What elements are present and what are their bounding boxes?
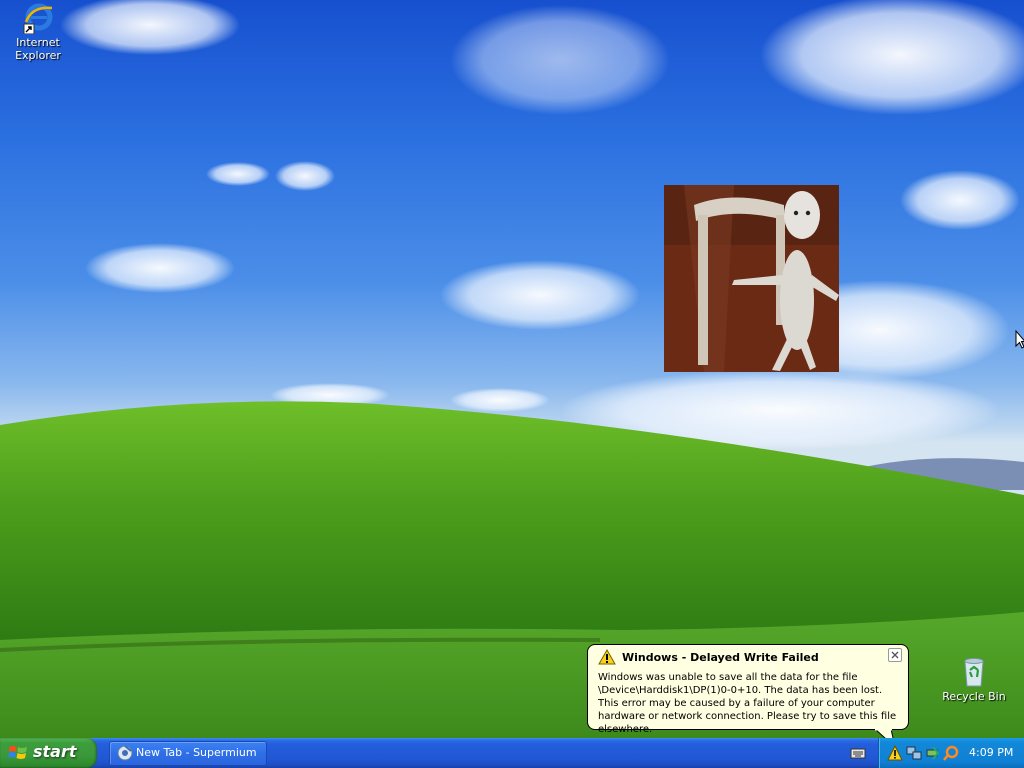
taskbar-button-supermium[interactable]: New Tab - Supermium: [109, 741, 267, 766]
desktop[interactable]: Internet Explorer Recycle Bin: [0, 0, 1024, 738]
wallpaper: [0, 0, 1024, 738]
balloon-message: Windows was unable to save all the data …: [598, 672, 897, 735]
warning-icon: [598, 649, 616, 665]
internet-explorer-shortcut[interactable]: Internet Explorer: [3, 2, 73, 62]
search-icon[interactable]: [943, 745, 959, 761]
photo-image: [664, 185, 839, 372]
white-rat-photo[interactable]: [664, 185, 839, 372]
recycle-bin-icon: [964, 658, 984, 687]
recycle-bin-label: Recycle Bin: [942, 690, 1006, 703]
safely-remove-hardware-icon[interactable]: [924, 745, 940, 761]
start-button[interactable]: start: [0, 738, 97, 768]
start-label: start: [33, 742, 77, 761]
windows-logo-icon: [8, 746, 27, 759]
supermium-browser-icon: [117, 745, 133, 761]
delayed-write-failed-balloon[interactable]: Windows - Delayed Write Failed Windows w…: [587, 644, 909, 735]
warning-icon[interactable]: [887, 745, 903, 761]
close-icon: [891, 651, 899, 659]
balloon-title: Windows - Delayed Write Failed: [622, 651, 819, 664]
mouse-pointer-icon: [1015, 330, 1024, 349]
keyboard-language-icon[interactable]: [850, 746, 866, 760]
clock[interactable]: 4:09 PM: [969, 746, 1013, 759]
recycle-bin-shortcut[interactable]: Recycle Bin: [939, 656, 1009, 703]
internet-explorer-icon: [23, 3, 53, 34]
balloon-close-button[interactable]: [888, 648, 902, 662]
taskbar: start New Tab - Supermium 4:09 PM: [0, 738, 1024, 768]
taskbar-button-label: New Tab - Supermium: [136, 746, 257, 759]
system-tray: 4:09 PM: [878, 738, 1024, 768]
internet-explorer-label: Internet Explorer: [15, 36, 61, 62]
network-icon[interactable]: [906, 745, 922, 761]
